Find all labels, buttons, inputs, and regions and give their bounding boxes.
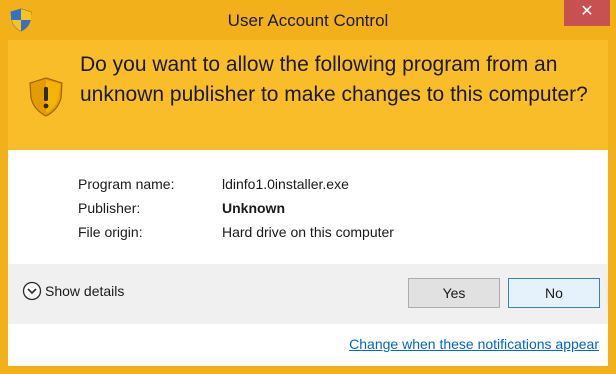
prompt-question: Do you want to allow the following progr… — [80, 53, 588, 106]
show-details-label: Show details — [45, 283, 125, 299]
yes-button[interactable]: Yes — [408, 278, 500, 308]
warning-shield-icon — [29, 77, 63, 117]
close-button[interactable]: ✕ — [564, 0, 610, 26]
warning-banner: Do you want to allow the following progr… — [8, 40, 608, 150]
publisher-value: Unknown — [222, 200, 285, 216]
show-details-toggle[interactable]: Show details — [22, 279, 124, 303]
program-name-value: ldinfo1.0installer.exe — [222, 176, 349, 192]
publisher-label: Publisher: — [78, 200, 141, 216]
info-row-program: Program name: ldinfo1.0installer.exe — [78, 176, 394, 200]
title-bar[interactable]: User Account Control ✕ — [0, 0, 616, 40]
no-button[interactable]: No — [508, 278, 600, 308]
program-name-label: Program name: — [78, 176, 175, 192]
chevron-down-icon — [22, 281, 42, 301]
file-origin-label: File origin: — [78, 224, 143, 240]
info-row-origin: File origin: Hard drive on this computer — [78, 224, 394, 248]
program-info: Program name: ldinfo1.0installer.exe Pub… — [78, 176, 394, 248]
change-notifications-link[interactable]: Change when these notifications appear — [349, 336, 599, 352]
info-row-publisher: Publisher: Unknown — [78, 200, 394, 224]
window-title: User Account Control — [227, 11, 389, 30]
close-icon: ✕ — [580, 3, 594, 20]
uac-dialog: User Account Control ✕ Do you want to al… — [0, 0, 616, 374]
file-origin-value: Hard drive on this computer — [222, 224, 394, 240]
